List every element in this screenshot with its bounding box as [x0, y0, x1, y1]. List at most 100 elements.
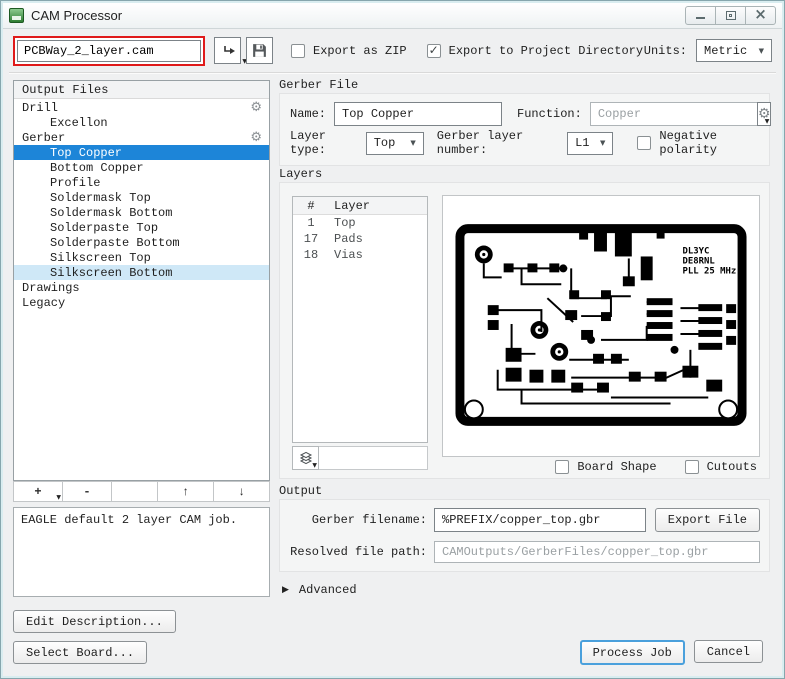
add-output-button[interactable]: + ▼: [13, 481, 63, 502]
gerber-filename-input[interactable]: [434, 508, 646, 532]
tree-item-excellon[interactable]: Excellon: [14, 115, 269, 130]
function-settings-button[interactable]: ⚙ ▼: [756, 102, 772, 126]
export-project-dir-checkbox[interactable]: ✓: [426, 43, 441, 58]
pcb-text-line2: DE8RNL: [682, 256, 715, 266]
layer-number: 1: [307, 216, 315, 230]
dropdown-arrow-icon: ▼: [312, 462, 317, 469]
tree-item-gerber[interactable]: Gerber ⚙: [14, 130, 269, 145]
export-project-dir-option[interactable]: ✓ Export to Project Directory: [426, 43, 644, 58]
tree-item-drill[interactable]: Drill ⚙: [14, 100, 269, 115]
process-job-button[interactable]: Process Job: [579, 640, 685, 665]
tree-item-label: Legacy: [22, 295, 66, 310]
column-number-header: #: [307, 198, 315, 213]
advanced-expander[interactable]: ▶ Advanced: [282, 583, 357, 597]
tree-item-label: Drawings: [22, 280, 80, 295]
board-shape-option[interactable]: Board Shape: [555, 460, 657, 474]
cutouts-option[interactable]: Cutouts: [684, 460, 757, 474]
job-description-text: EAGLE default 2 layer CAM job.: [21, 513, 238, 527]
tree-item-label: Silkscreen Top: [50, 250, 151, 265]
tree-item-silkscreen-bottom[interactable]: Silkscreen Bottom: [14, 265, 269, 280]
export-file-button[interactable]: Export File: [654, 508, 760, 532]
layer-row[interactable]: 18 Vias: [293, 247, 427, 263]
window-controls: ×: [685, 6, 776, 25]
export-zip-label: Export as ZIP: [313, 43, 407, 58]
tree-item-solderpaste-top[interactable]: Solderpaste Top: [14, 220, 269, 235]
output-files-tree: Drill ⚙ Excellon Gerber ⚙ Top Copper Bottom Co…: [14, 99, 269, 480]
layers-table: # Layer 1 Top 17 Pads 18 Vias: [292, 196, 428, 443]
tree-item-drawings[interactable]: Drawings: [14, 280, 269, 295]
add-layer-button[interactable]: ▼: [292, 446, 319, 470]
advanced-label: Advanced: [298, 583, 357, 597]
units-group: Units: Metric ▼: [644, 39, 774, 62]
layers-table-header: # Layer: [293, 197, 427, 215]
negative-polarity-checkbox[interactable]: [637, 136, 652, 150]
tree-item-soldermask-top[interactable]: Soldermask Top: [14, 190, 269, 205]
annotation-highlight: [13, 35, 205, 66]
plus-icon: +: [34, 484, 42, 499]
tree-item-silkscreen-top[interactable]: Silkscreen Top: [14, 250, 269, 265]
load-cam-file-button[interactable]: ▼: [214, 37, 247, 65]
function-input: [589, 102, 758, 126]
tree-item-bottom-copper[interactable]: Bottom Copper: [14, 160, 269, 175]
units-label: Units:: [643, 43, 687, 58]
tree-item-profile[interactable]: Profile: [14, 175, 269, 190]
layer-row[interactable]: 1 Top: [293, 215, 427, 231]
gear-icon[interactable]: ⚙: [250, 131, 262, 144]
window-title: CAM Processor: [31, 8, 123, 23]
tree-item-legacy[interactable]: Legacy: [14, 295, 269, 310]
cutouts-checkbox[interactable]: [684, 460, 699, 474]
tree-item-label: Bottom Copper: [50, 160, 144, 175]
close-button[interactable]: ×: [745, 6, 776, 25]
units-select[interactable]: Metric ▼: [696, 39, 772, 62]
export-zip-option[interactable]: Export as ZIP: [291, 43, 407, 58]
layers-stack-icon: [299, 451, 312, 465]
export-zip-checkbox[interactable]: [291, 43, 305, 58]
minus-icon: -: [83, 484, 91, 499]
close-icon: ×: [754, 5, 767, 23]
tree-item-solderpaste-bottom[interactable]: Solderpaste Bottom: [14, 235, 269, 250]
cam-filename-input[interactable]: [17, 39, 201, 62]
job-description-box[interactable]: EAGLE default 2 layer CAM job.: [13, 507, 270, 597]
tree-item-label: Soldermask Bottom: [50, 205, 173, 220]
load-arrow-icon: [223, 45, 235, 54]
tree-item-top-copper[interactable]: Top Copper: [14, 145, 269, 160]
gerber-layer-number-select[interactable]: L1 ▼: [567, 131, 614, 155]
gear-icon[interactable]: ⚙: [250, 101, 262, 114]
gerber-layer-number-label: Gerber layer number:: [436, 129, 524, 157]
layer-row[interactable]: 17 Pads: [293, 231, 427, 247]
dialog-actions: Process Job Cancel: [579, 640, 763, 665]
maximize-icon: [725, 11, 736, 20]
dropdown-arrow-icon: ▼: [56, 494, 61, 501]
gerber-filename-label: Gerber filename:: [311, 513, 427, 527]
move-down-button[interactable]: ↓: [213, 481, 270, 502]
resolved-path-input: [434, 541, 760, 563]
layer-add-field: [319, 446, 428, 470]
layer-number: 17: [303, 232, 319, 246]
select-board-button[interactable]: Select Board...: [13, 641, 148, 664]
chevron-down-icon: ▼: [600, 139, 606, 147]
check-icon: ✓: [428, 43, 439, 57]
layer-type-select[interactable]: Top ▼: [365, 131, 424, 155]
board-shape-checkbox[interactable]: [555, 460, 570, 474]
maximize-button[interactable]: [715, 6, 746, 25]
resolved-path-label: Resolved file path:: [290, 545, 427, 559]
layers-group: # Layer 1 Top 17 Pads 18 Vias ▼ DL3YC DE…: [279, 182, 770, 479]
layers-toolbar: ▼: [292, 446, 428, 470]
tree-item-label: Solderpaste Bottom: [50, 235, 180, 250]
function-label: Function:: [517, 107, 582, 121]
tree-item-label: Soldermask Top: [50, 190, 151, 205]
export-project-dir-label: Export to Project Directory: [448, 43, 644, 58]
layer-name: Pads: [334, 232, 363, 246]
save-cam-file-button[interactable]: [246, 37, 273, 64]
minimize-button[interactable]: [685, 6, 716, 25]
move-up-button[interactable]: ↑: [157, 481, 214, 502]
remove-output-button[interactable]: -: [62, 481, 112, 502]
cancel-button[interactable]: Cancel: [693, 640, 763, 663]
name-input[interactable]: [334, 102, 503, 126]
tree-item-soldermask-bottom[interactable]: Soldermask Bottom: [14, 205, 269, 220]
output-files-header: Output Files: [14, 81, 269, 99]
layer-number: 18: [303, 248, 319, 262]
units-value: Metric: [704, 43, 748, 58]
edit-description-button[interactable]: Edit Description...: [13, 610, 176, 633]
negative-polarity-option[interactable]: Negative polarity: [637, 129, 759, 157]
